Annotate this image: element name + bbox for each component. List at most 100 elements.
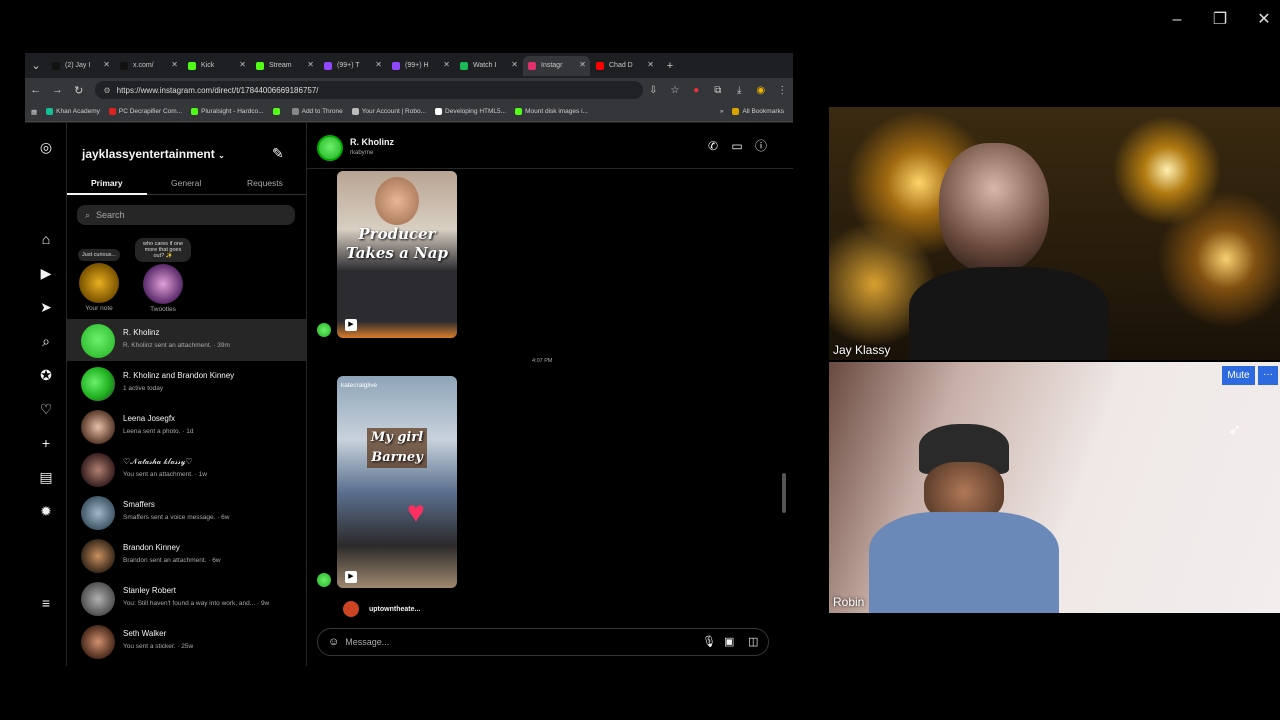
chat-name[interactable]: R. Kholinz <box>350 137 394 147</box>
account-switcher[interactable]: jayklassyentertainment ⌄ <box>82 147 225 161</box>
close-tab-icon[interactable]: ✕ <box>647 60 654 69</box>
close-tab-icon[interactable]: ✕ <box>239 60 246 69</box>
all-bookmarks[interactable]: All Bookmarks <box>732 108 784 115</box>
close-tab-icon[interactable]: ✕ <box>103 60 110 69</box>
thread-item[interactable]: R. Kholinz and Brandon Kinney 1 active to… <box>67 362 307 404</box>
close-tab-icon[interactable]: ✕ <box>307 60 314 69</box>
avatar <box>81 625 115 659</box>
thread-name: R. Kholinz <box>123 328 160 337</box>
tab-general[interactable]: General <box>171 178 201 188</box>
site-info-icon[interactable]: ⚙ <box>103 86 110 95</box>
thread-item[interactable]: R. Kholinz R. Kholinz sent an attachment.… <box>67 319 307 361</box>
message-input[interactable]: ☺ Message... 🎙 ▣ ◫ <box>317 628 769 656</box>
more-options-button[interactable]: ··· <box>1258 366 1278 385</box>
chat-header: R. Kholinz rkabyrne ✆ ▭ ⓘ <box>307 123 793 169</box>
browser-tab[interactable]: (99+) H ✕ <box>387 56 454 76</box>
browser-tab[interactable]: Chad D ✕ <box>591 56 658 76</box>
mute-button[interactable]: Mute <box>1222 366 1255 385</box>
reels-icon[interactable]: ▶ <box>38 265 54 281</box>
compose-icon[interactable]: ✎ <box>272 145 284 162</box>
browser-tab[interactable]: Stream ✕ <box>251 56 318 76</box>
create-icon[interactable]: + <box>38 435 54 451</box>
apps-icon[interactable]: ▦ <box>31 108 37 116</box>
tab-search-icon[interactable]: ⌄ <box>25 59 47 72</box>
thread-item[interactable]: Brandon Kinney Brandon sent an attachment… <box>67 534 307 576</box>
image-icon[interactable]: ▣ <box>724 635 734 648</box>
bookmark-item[interactable]: Developing HTML5... <box>435 108 506 115</box>
emoji-icon[interactable]: ☺ <box>328 636 339 648</box>
home-icon[interactable]: ⌂ <box>38 231 54 247</box>
favicon-icon <box>256 61 264 70</box>
profile-icon[interactable]: ◉ <box>750 85 771 96</box>
scrollbar-thumb[interactable] <box>782 473 786 513</box>
tab-primary[interactable]: Primary <box>91 178 123 188</box>
thread-item[interactable]: Smaffers Smaffers sent a voice message. ·… <box>67 491 307 533</box>
dashboard-icon[interactable]: ▤ <box>38 469 54 485</box>
bookmark-item[interactable]: Khan Academy <box>46 108 100 115</box>
messages-icon[interactable]: ➤ <box>38 299 54 315</box>
browser-tab[interactable]: Instagr ✕ <box>523 55 590 76</box>
close-tab-icon[interactable]: ✕ <box>375 60 382 69</box>
tab-label: Instagr <box>541 62 563 69</box>
thread-item[interactable]: ♡𝒩𝒶𝓉𝒶𝓈𝒽𝒶 𝓀𝓁𝒶𝓈𝓈𝓎♡ You sent an attachment. … <box>67 448 307 490</box>
info-icon[interactable]: ⓘ <box>752 137 770 155</box>
favicon-icon <box>528 61 536 70</box>
bookmark-item[interactable]: Pluralsight - Hardco... <box>191 108 264 115</box>
browser-tab[interactable]: (2) Jay I ✕ <box>47 56 114 76</box>
url-field[interactable]: ⚙ https://www.instagram.com/direct/t/178… <box>95 81 643 99</box>
friend-note[interactable]: who cares if one more that goes out? ✨ T… <box>133 238 193 313</box>
bookmark-label: Your Account | Robo... <box>361 108 427 115</box>
chat-scrollbar[interactable] <box>781 173 787 663</box>
menu-icon[interactable]: ⋮ <box>771 85 792 96</box>
reel-handle: uptowntheate... <box>369 606 421 613</box>
active-tab-indicator <box>67 193 147 195</box>
sticker-icon[interactable]: ◫ <box>748 635 758 648</box>
extensions-icon[interactable]: ⧉ <box>707 85 728 96</box>
restore-button[interactable]: ❐ <box>1206 8 1234 32</box>
close-tab-icon[interactable]: ✕ <box>579 60 586 69</box>
phone-icon[interactable]: ✆ <box>704 137 722 155</box>
explore-icon[interactable]: ✪ <box>38 367 54 383</box>
microphone-icon[interactable]: 🎙 <box>702 635 716 648</box>
more-menu-icon[interactable]: ≡ <box>38 595 54 611</box>
minimize-button[interactable]: – <box>1163 8 1191 32</box>
thread-item[interactable]: Seth Walker You sent a sticker. · 25w <box>67 620 307 662</box>
bookmark-star-icon[interactable]: ☆ <box>664 85 685 96</box>
bookmark-item[interactable]: PC Decrapifier Com... <box>108 108 182 115</box>
thread-item[interactable]: Leena Josegfx Leena sent a photo. · 1d <box>67 405 307 447</box>
reel-message[interactable]: katecraiglive My girl Barney ♥ ▶ <box>337 376 457 588</box>
thread-item[interactable]: Stanley Robert You: Still haven't found a… <box>67 577 307 619</box>
thread-preview: Leena sent a photo. · 1d <box>123 428 194 435</box>
forward-icon[interactable]: → <box>46 84 67 96</box>
tab-requests[interactable]: Requests <box>247 178 283 188</box>
reel-message[interactable]: Producer Takes a Nap ▶ <box>337 171 457 338</box>
browser-tab[interactable]: Watch I ✕ <box>455 56 522 76</box>
search-input[interactable]: ⌕ Search <box>77 205 295 225</box>
bookmark-item[interactable]: Your Account | Robo... <box>351 108 427 115</box>
browser-tab[interactable]: Kick ✕ <box>183 56 250 76</box>
browser-tab[interactable]: x.com/ ✕ <box>115 56 182 76</box>
install-icon[interactable]: ⇩ <box>643 85 664 96</box>
bookmark-item[interactable]: Mount disk images i... <box>515 108 588 115</box>
bookmark-item[interactable]: Add to Throne <box>291 108 343 115</box>
your-note[interactable]: Just curious... Your note <box>69 243 129 312</box>
bookmark-item[interactable] <box>272 108 283 115</box>
reload-icon[interactable]: ↻ <box>68 84 89 97</box>
close-tab-icon[interactable]: ✕ <box>171 60 178 69</box>
browser-tab[interactable]: (99+) T ✕ <box>319 56 386 76</box>
search-icon[interactable]: ⌕ <box>38 333 54 349</box>
close-tab-icon[interactable]: ✕ <box>511 60 518 69</box>
back-icon[interactable]: ← <box>25 84 46 96</box>
avatar[interactable] <box>317 135 343 161</box>
thread-name: Seth Walker <box>123 629 167 638</box>
instagram-logo-icon[interactable]: ◎ <box>38 139 54 155</box>
bookmarks-overflow-icon[interactable]: » <box>720 108 724 115</box>
notifications-icon[interactable]: ♡ <box>38 401 54 417</box>
close-tab-icon[interactable]: ✕ <box>443 60 450 69</box>
new-tab-button[interactable]: + <box>659 60 681 72</box>
extension-red-icon[interactable]: ● <box>686 85 707 96</box>
close-button[interactable]: ✕ <box>1250 8 1278 32</box>
download-icon[interactable]: ⤓ <box>729 85 750 96</box>
video-call-icon[interactable]: ▭ <box>728 137 746 155</box>
profile-avatar-icon[interactable]: ✹ <box>38 503 54 519</box>
